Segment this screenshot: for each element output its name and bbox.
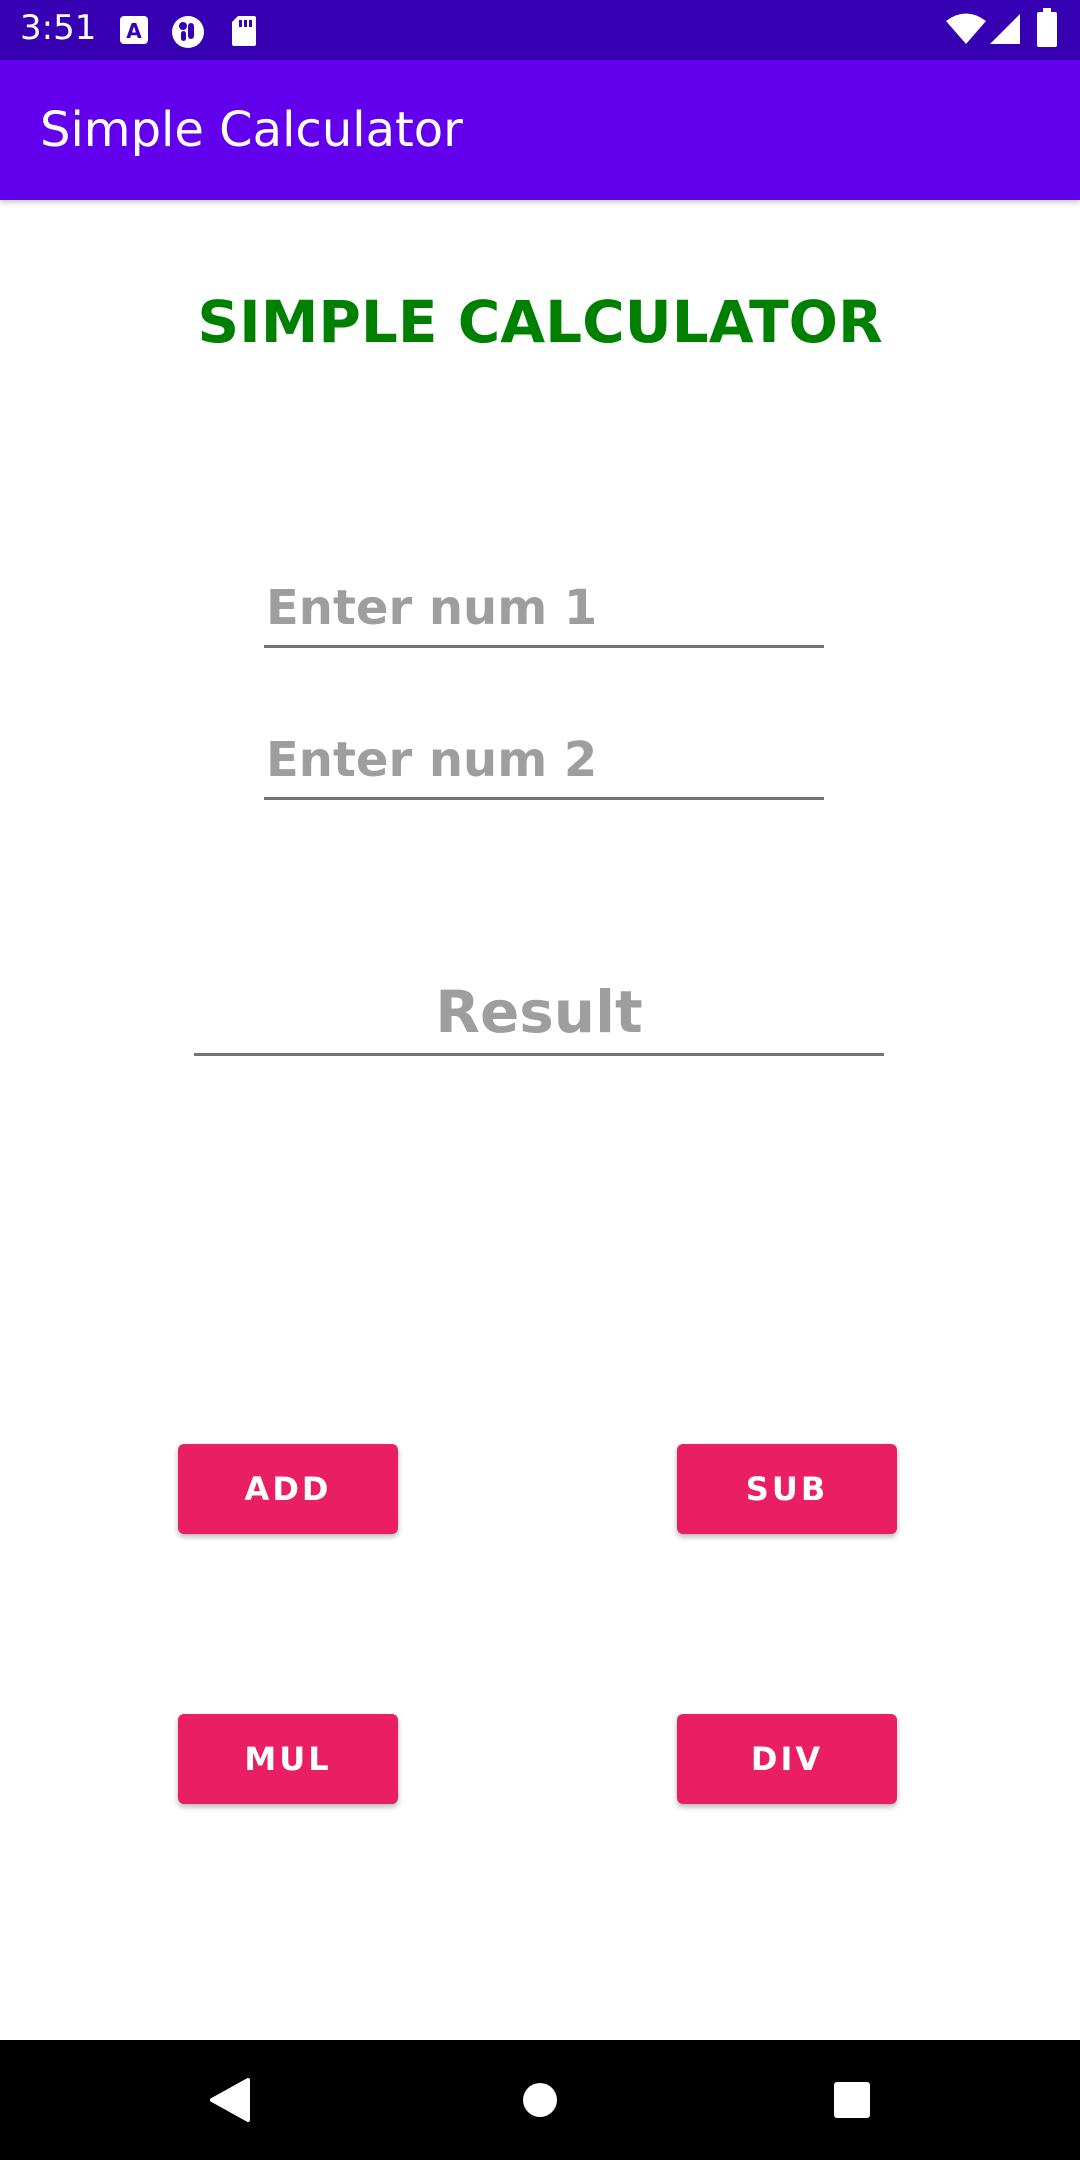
home-icon[interactable] (510, 2070, 570, 2130)
div-button[interactable]: DIV (677, 1714, 897, 1804)
svg-text:A: A (126, 19, 142, 43)
navigation-bar (0, 2040, 1080, 2160)
a-font-icon: A (118, 14, 150, 51)
page-heading: SIMPLE CALCULATOR (197, 288, 883, 356)
wifi-icon (946, 12, 986, 51)
sd-card-icon (230, 14, 258, 53)
status-bar: 3:51 A (0, 0, 1080, 60)
status-time: 3:51 (20, 8, 97, 48)
num2-input[interactable] (264, 726, 824, 800)
signal-icon (988, 12, 1022, 51)
add-button[interactable]: ADD (178, 1444, 398, 1534)
mul-button[interactable]: MUL (178, 1714, 398, 1804)
recents-icon[interactable] (822, 2070, 882, 2130)
app-bar: Simple Calculator (0, 60, 1080, 200)
back-icon[interactable] (200, 2070, 260, 2130)
podcast-icon (170, 14, 206, 55)
num1-input[interactable] (264, 574, 824, 648)
app-title: Simple Calculator (40, 102, 463, 158)
result-field[interactable] (194, 974, 884, 1056)
sub-button[interactable]: SUB (677, 1444, 897, 1534)
battery-icon (1036, 8, 1058, 53)
